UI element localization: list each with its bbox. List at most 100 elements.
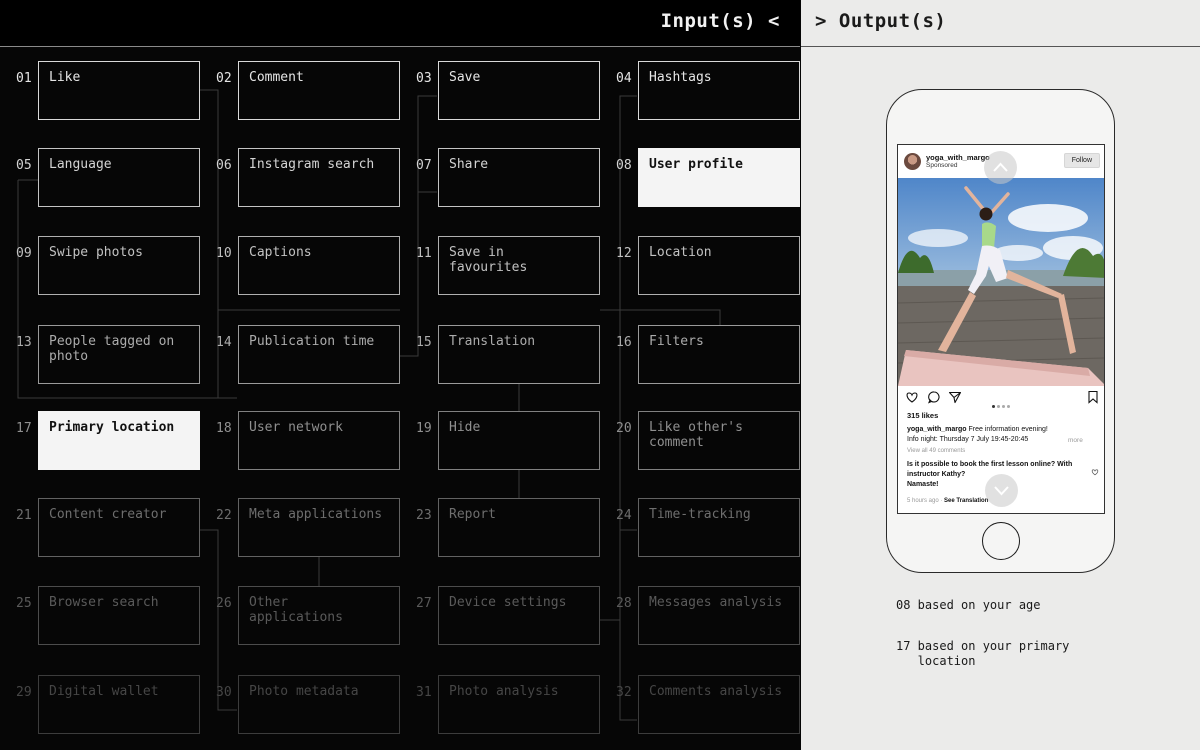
input-box[interactable]: Time-tracking — [638, 498, 800, 557]
caption-line-2: Info night: Thursday 7 July 19:45-20:45 — [907, 436, 1029, 443]
view-all-comments-link[interactable]: View all 49 comments — [907, 447, 965, 456]
input-box[interactable]: Translation — [438, 325, 600, 384]
follow-button[interactable]: Follow — [1063, 153, 1100, 168]
comment-line-3: Namaste! — [907, 481, 939, 488]
input-number: 32 — [616, 685, 632, 700]
heart-icon[interactable] — [905, 390, 919, 404]
input-number: 11 — [416, 246, 432, 261]
input-number: 05 — [16, 158, 32, 173]
bookmark-icon[interactable] — [1086, 390, 1100, 404]
input-number: 20 — [616, 421, 632, 436]
input-number: 16 — [616, 335, 632, 350]
see-translation-link[interactable]: See Translation — [944, 498, 988, 504]
input-title: Input(s) < — [660, 10, 780, 32]
input-number: 19 — [416, 421, 432, 436]
input-number: 25 — [16, 596, 32, 611]
input-header: Input(s) < — [0, 0, 800, 47]
input-box[interactable]: User profile — [638, 148, 800, 207]
input-panel: Input(s) < 01 Like 02 Comment 03 Save 04 Hashta… — [0, 0, 800, 750]
input-box[interactable]: Publication time — [238, 325, 400, 384]
output-note: 17 based on your primary location — [896, 639, 1070, 668]
input-number: 02 — [216, 71, 232, 86]
more-link[interactable]: more — [1068, 437, 1083, 444]
input-number: 18 — [216, 421, 232, 436]
output-title: > Output(s) — [815, 10, 947, 32]
input-box[interactable]: Like — [38, 61, 200, 120]
carousel-dot — [1002, 405, 1005, 408]
input-box[interactable]: Comment — [238, 61, 400, 120]
comment-icon[interactable] — [927, 390, 941, 404]
comment-line-2: instructor Kathy? — [907, 471, 966, 478]
input-box[interactable]: Swipe photos — [38, 236, 200, 295]
input-number: 28 — [616, 596, 632, 611]
sponsored-label: Sponsored — [926, 162, 958, 169]
input-number: 08 — [616, 158, 632, 173]
input-number: 06 — [216, 158, 232, 173]
phone-screen: yoga_with_margo Sponsored Follow 315 lik… — [897, 144, 1105, 514]
input-box[interactable]: Content creator — [38, 498, 200, 557]
input-box[interactable]: Filters — [638, 325, 800, 384]
input-number: 07 — [416, 158, 432, 173]
caption-line-1: yoga_with_margo Free information evening… — [907, 425, 1048, 434]
output-header: > Output(s) — [801, 0, 1200, 47]
post-username[interactable]: yoga_with_margo — [926, 153, 990, 162]
caption-username[interactable]: yoga_with_margo — [907, 426, 967, 433]
comment-like-icon[interactable] — [1091, 468, 1099, 476]
input-box[interactable]: Photo analysis — [438, 675, 600, 734]
input-box[interactable]: Photo metadata — [238, 675, 400, 734]
input-box[interactable]: Captions — [238, 236, 400, 295]
input-number: 13 — [16, 335, 32, 350]
input-box[interactable]: Device settings — [438, 586, 600, 645]
avatar[interactable] — [904, 153, 921, 170]
input-box[interactable]: Like other's comment — [638, 411, 800, 470]
scroll-up-button[interactable] — [984, 151, 1017, 184]
input-box[interactable]: Primary location — [38, 411, 200, 470]
home-button[interactable] — [982, 522, 1020, 560]
input-number: 12 — [616, 246, 632, 261]
input-number: 04 — [616, 71, 632, 86]
input-number: 24 — [616, 508, 632, 523]
input-number: 31 — [416, 685, 432, 700]
input-box[interactable]: Share — [438, 148, 600, 207]
carousel-dot — [997, 405, 1000, 408]
input-box[interactable]: People tagged on photo — [38, 325, 200, 384]
carousel-dot — [1007, 405, 1010, 408]
output-panel: > Output(s) yoga_with_margo Sponsored Fo… — [801, 0, 1200, 750]
input-box[interactable]: Meta applications — [238, 498, 400, 557]
input-box[interactable]: Digital wallet — [38, 675, 200, 734]
input-number: 17 — [16, 421, 32, 436]
carousel-indicator — [992, 395, 1012, 413]
caption-text: Free information evening! — [966, 426, 1048, 433]
input-box[interactable]: Save in favourites — [438, 236, 600, 295]
input-number: 09 — [16, 246, 32, 261]
input-box[interactable]: Browser search — [38, 586, 200, 645]
like-count[interactable]: 315 likes — [907, 411, 938, 420]
share-icon[interactable] — [948, 390, 962, 404]
scroll-down-button[interactable] — [985, 474, 1018, 507]
input-number: 14 — [216, 335, 232, 350]
phone-mockup: yoga_with_margo Sponsored Follow 315 lik… — [886, 89, 1115, 573]
post-photo[interactable] — [898, 178, 1104, 386]
input-box[interactable]: Messages analysis — [638, 586, 800, 645]
time-ago: 5 hours ago · — [907, 498, 945, 504]
carousel-dot — [992, 405, 995, 408]
input-box[interactable]: Language — [38, 148, 200, 207]
input-number: 03 — [416, 71, 432, 86]
post-actions — [898, 390, 1104, 408]
input-box[interactable]: Save — [438, 61, 600, 120]
input-box[interactable]: Location — [638, 236, 800, 295]
input-box[interactable]: Other applications — [238, 586, 400, 645]
input-number: 15 — [416, 335, 432, 350]
input-box[interactable]: Comments analysis — [638, 675, 800, 734]
input-box[interactable]: Instagram search — [238, 148, 400, 207]
input-number: 22 — [216, 508, 232, 523]
chevron-up-icon — [993, 162, 1008, 172]
input-number: 26 — [216, 596, 232, 611]
output-note: 08 based on your age — [896, 598, 1041, 612]
input-box[interactable]: Hide — [438, 411, 600, 470]
input-box[interactable]: User network — [238, 411, 400, 470]
chevron-down-icon — [994, 486, 1009, 496]
input-box[interactable]: Hashtags — [638, 61, 800, 120]
input-number: 23 — [416, 508, 432, 523]
input-box[interactable]: Report — [438, 498, 600, 557]
